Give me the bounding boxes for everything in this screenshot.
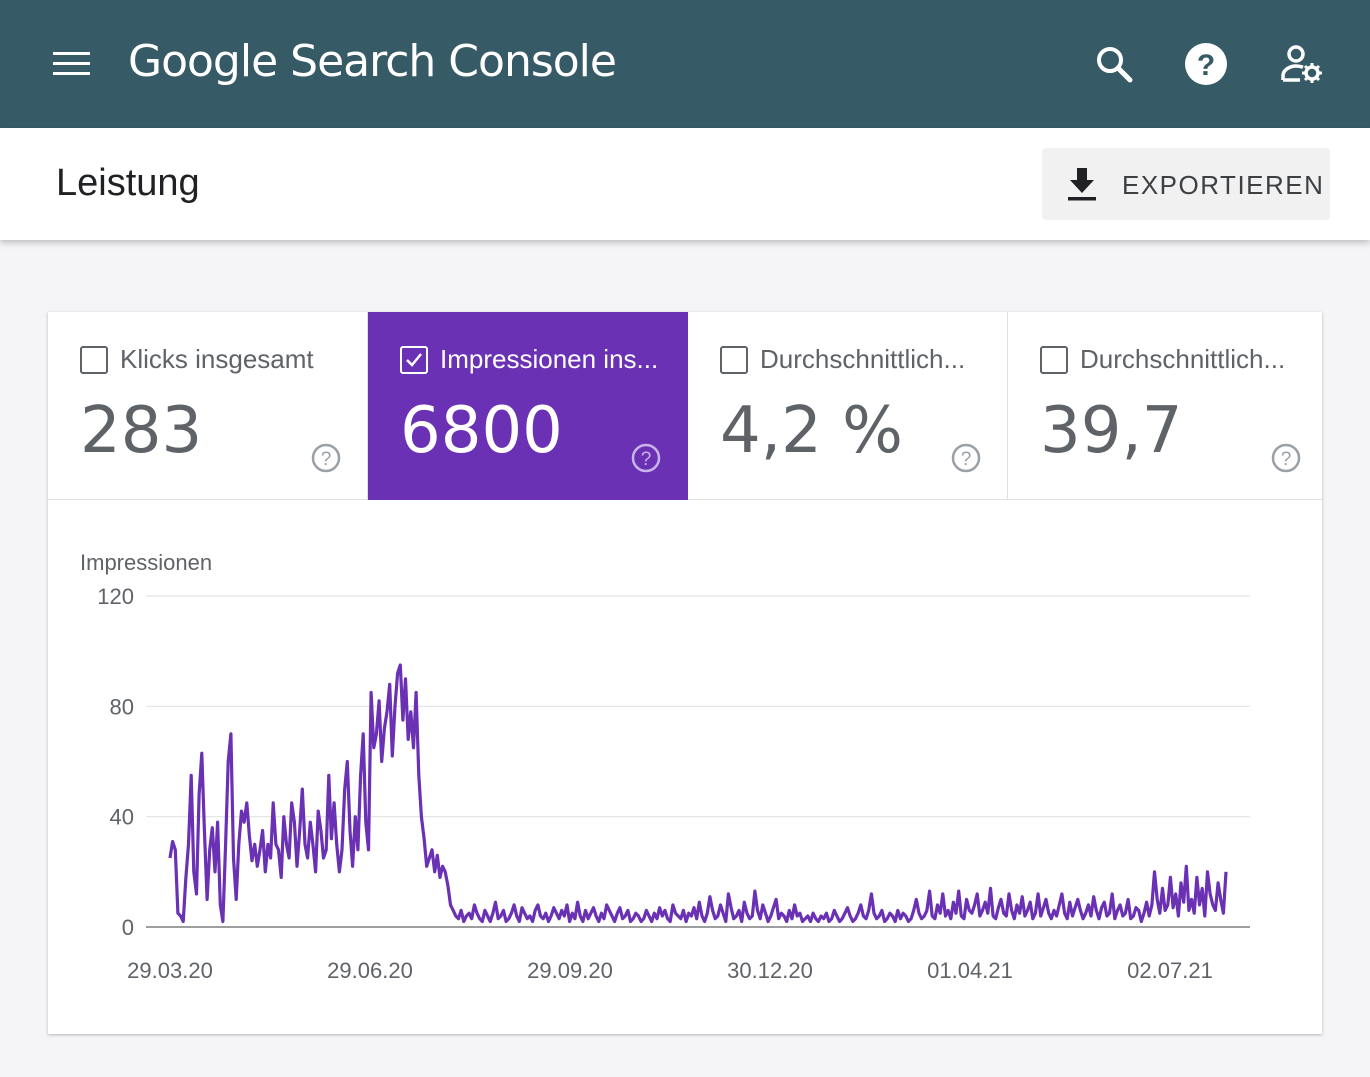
- checkbox[interactable]: [720, 346, 748, 374]
- check-icon: [406, 353, 422, 367]
- checkbox[interactable]: [80, 346, 108, 374]
- checkbox[interactable]: [1040, 346, 1068, 374]
- app-title: Google Search Console: [128, 36, 617, 87]
- x-tick-label: 29.09.20: [527, 958, 613, 983]
- metric-value: 39,7: [1040, 394, 1183, 468]
- help-circle-icon[interactable]: ?: [630, 442, 662, 474]
- series-line: [168, 663, 1228, 924]
- x-tick-label: 30.12.20: [727, 958, 813, 983]
- x-tick-label: 29.03.20: [127, 958, 213, 983]
- metric-tabs: Klicks insgesamt 283 ? Impressionen ins.…: [48, 312, 1322, 500]
- y-axis-title: Impressionen: [80, 550, 212, 575]
- metric-label: Durchschnittlich...: [1080, 344, 1286, 374]
- checkbox-checked[interactable]: [400, 346, 428, 374]
- page-header: Leistung EXPORTIEREN: [0, 128, 1370, 240]
- y-tick-label: 0: [122, 915, 134, 940]
- svg-text:?: ?: [1281, 449, 1292, 470]
- metric-position[interactable]: Durchschnittlich... 39,7 ?: [1008, 312, 1322, 500]
- svg-text:?: ?: [961, 449, 972, 470]
- x-tick-label: 02.07.21: [1127, 958, 1213, 983]
- download-icon: [1068, 168, 1096, 201]
- metric-impressions[interactable]: Impressionen ins... 6800 ?: [368, 312, 688, 500]
- search-icon[interactable]: [1090, 40, 1138, 88]
- help-circle-icon[interactable]: ?: [950, 442, 982, 474]
- metric-value: 6800: [400, 394, 563, 468]
- performance-card: Klicks insgesamt 283 ? Impressionen ins.…: [48, 312, 1322, 1034]
- svg-text:?: ?: [641, 449, 652, 470]
- export-button[interactable]: EXPORTIEREN: [1042, 148, 1330, 220]
- metric-label: Durchschnittlich...: [760, 344, 966, 374]
- metric-clicks[interactable]: Klicks insgesamt 283 ?: [48, 312, 368, 500]
- x-tick-label: 01.04.21: [927, 958, 1013, 983]
- y-tick-label: 120: [97, 584, 134, 609]
- metric-label: Impressionen ins...: [440, 344, 659, 374]
- export-label: EXPORTIEREN: [1122, 170, 1325, 200]
- menu-icon[interactable]: [52, 50, 92, 80]
- metric-value: 283: [80, 394, 203, 468]
- x-tick-label: 29.06.20: [327, 958, 413, 983]
- account-settings-icon[interactable]: [1278, 40, 1326, 88]
- svg-text:?: ?: [321, 449, 332, 470]
- page-title: Leistung: [56, 162, 200, 204]
- y-tick-label: 80: [110, 694, 134, 719]
- chart-area: Impressionen 0 40 80 120 29.03.20 29.06.20 29…: [48, 500, 1322, 1034]
- y-tick-label: 40: [110, 805, 134, 830]
- impressions-chart[interactable]: Impressionen 0 40 80 120 29.03.20 29.06.20 29…: [48, 500, 1322, 1034]
- metric-ctr[interactable]: Durchschnittlich... 4,2 % ?: [688, 312, 1008, 500]
- app-bar: Google Search Console ?: [0, 0, 1370, 128]
- metric-value: 4,2 %: [720, 394, 903, 468]
- help-icon[interactable]: ?: [1182, 40, 1230, 88]
- help-circle-icon[interactable]: ?: [1270, 442, 1302, 474]
- help-circle-icon[interactable]: ?: [310, 442, 342, 474]
- svg-text:?: ?: [1197, 49, 1215, 82]
- metric-label: Klicks insgesamt: [120, 344, 314, 374]
